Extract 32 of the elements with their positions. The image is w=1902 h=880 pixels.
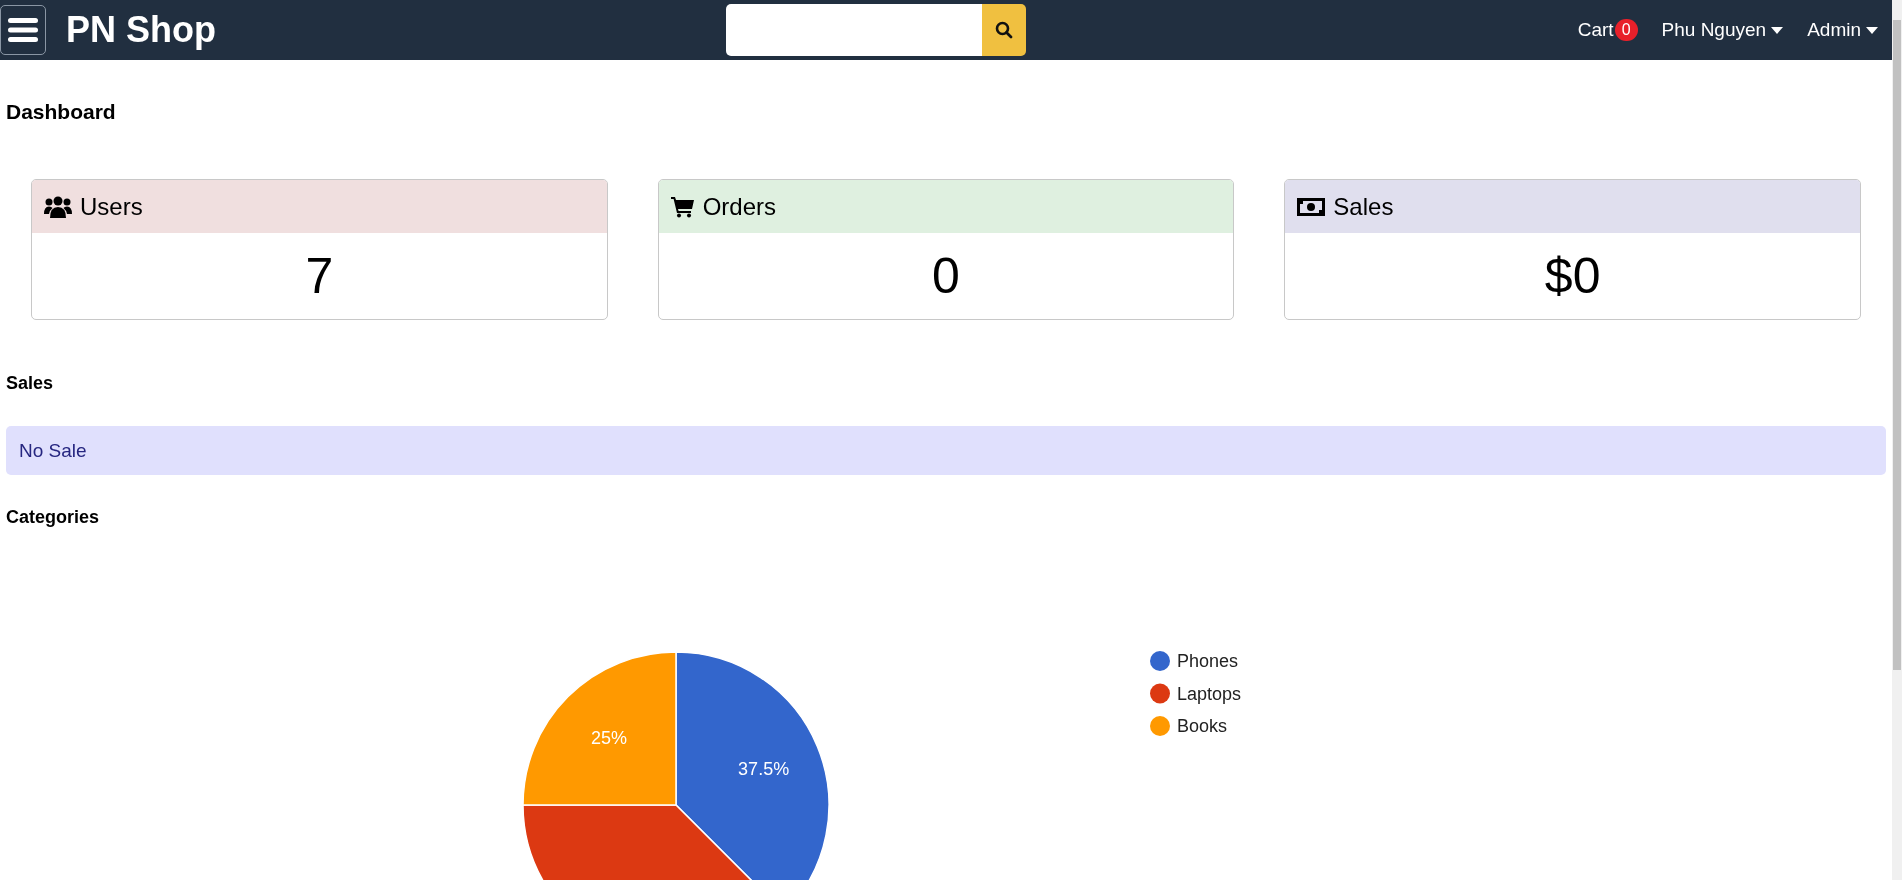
cart-link[interactable]: Cart — [1577, 19, 1614, 41]
search-button[interactable] — [982, 4, 1026, 56]
cart-icon — [670, 195, 695, 218]
search-field[interactable] — [726, 4, 982, 56]
search-icon — [995, 21, 1013, 39]
stat-value: 0 — [931, 247, 961, 306]
dropdown-menu[interactable]: Admin — [1807, 19, 1878, 41]
alert-message: No Sale — [19, 439, 87, 462]
users-icon — [44, 195, 72, 218]
slice-label: 37.5% — [738, 758, 790, 779]
stat-value: 7 — [304, 247, 335, 306]
menu-icon — [8, 17, 38, 43]
card-title: Users — [80, 192, 143, 221]
scrollbar[interactable] — [1892, 0, 1902, 880]
card-title: Sales — [1333, 192, 1394, 221]
card-title: Orders — [702, 192, 777, 221]
caret-icon — [1866, 26, 1878, 34]
brand-logo[interactable]: PN Shop — [66, 9, 216, 51]
section-heading: Sales — [6, 373, 55, 394]
dropdown-menu[interactable]: Phu Nguyen — [1661, 19, 1784, 41]
cart-count-badge: 0 — [1614, 19, 1638, 41]
slice-label: 25% — [590, 727, 627, 748]
legend-label: Phones — [1177, 651, 1239, 671]
stat-value: $0 — [1543, 247, 1602, 306]
legend-label: Books — [1177, 716, 1228, 736]
scrollbar-thumb[interactable] — [1893, 20, 1901, 670]
menu-button[interactable] — [0, 5, 46, 55]
legend-label: Laptops — [1177, 683, 1242, 704]
caret-icon — [1771, 26, 1784, 34]
section-heading: Categories — [6, 507, 101, 528]
banknote-icon — [1297, 196, 1326, 217]
page-title: Dashboard — [6, 100, 117, 124]
